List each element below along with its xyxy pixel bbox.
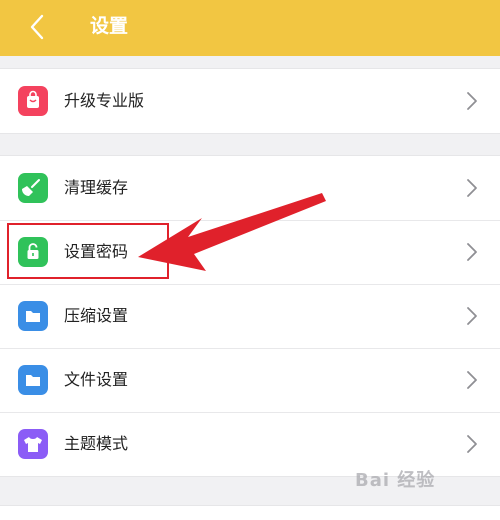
chevron-left-icon	[30, 14, 44, 40]
settings-row-upgrade[interactable]: 升级专业版	[0, 69, 500, 133]
settings-row-label: 清理缓存	[64, 178, 129, 197]
annotation-highlight-box	[7, 223, 169, 279]
folder-icon	[18, 365, 48, 395]
folder-icon	[18, 301, 48, 331]
chevron-right-icon	[466, 178, 478, 198]
back-button[interactable]	[22, 12, 62, 44]
app-header: 设置	[0, 0, 500, 56]
watermark: Bai 经验	[355, 470, 436, 491]
settings-row-clear-cache[interactable]: 清理缓存	[0, 156, 500, 220]
settings-row-compress[interactable]: 压缩设置	[0, 284, 500, 348]
chevron-right-icon	[466, 242, 478, 262]
chevron-right-icon	[466, 434, 478, 454]
chevron-right-icon	[466, 91, 478, 111]
page-title: 设置	[90, 15, 129, 37]
settings-row-label: 升级专业版	[64, 91, 145, 110]
settings-group-main: 清理缓存 设置密码 压缩设置 文件设置 主题模式	[0, 155, 500, 477]
settings-row-file[interactable]: 文件设置	[0, 348, 500, 412]
settings-row-label: 文件设置	[64, 370, 129, 389]
broom-icon	[18, 173, 48, 203]
settings-group-bottom	[0, 505, 500, 520]
settings-row-label: 压缩设置	[64, 306, 129, 325]
settings-row-label: 主题模式	[64, 434, 129, 453]
settings-group-upgrade: 升级专业版	[0, 68, 500, 134]
shopping-bag-icon	[18, 86, 48, 116]
chevron-right-icon	[466, 306, 478, 326]
tshirt-icon	[18, 429, 48, 459]
chevron-right-icon	[466, 370, 478, 390]
